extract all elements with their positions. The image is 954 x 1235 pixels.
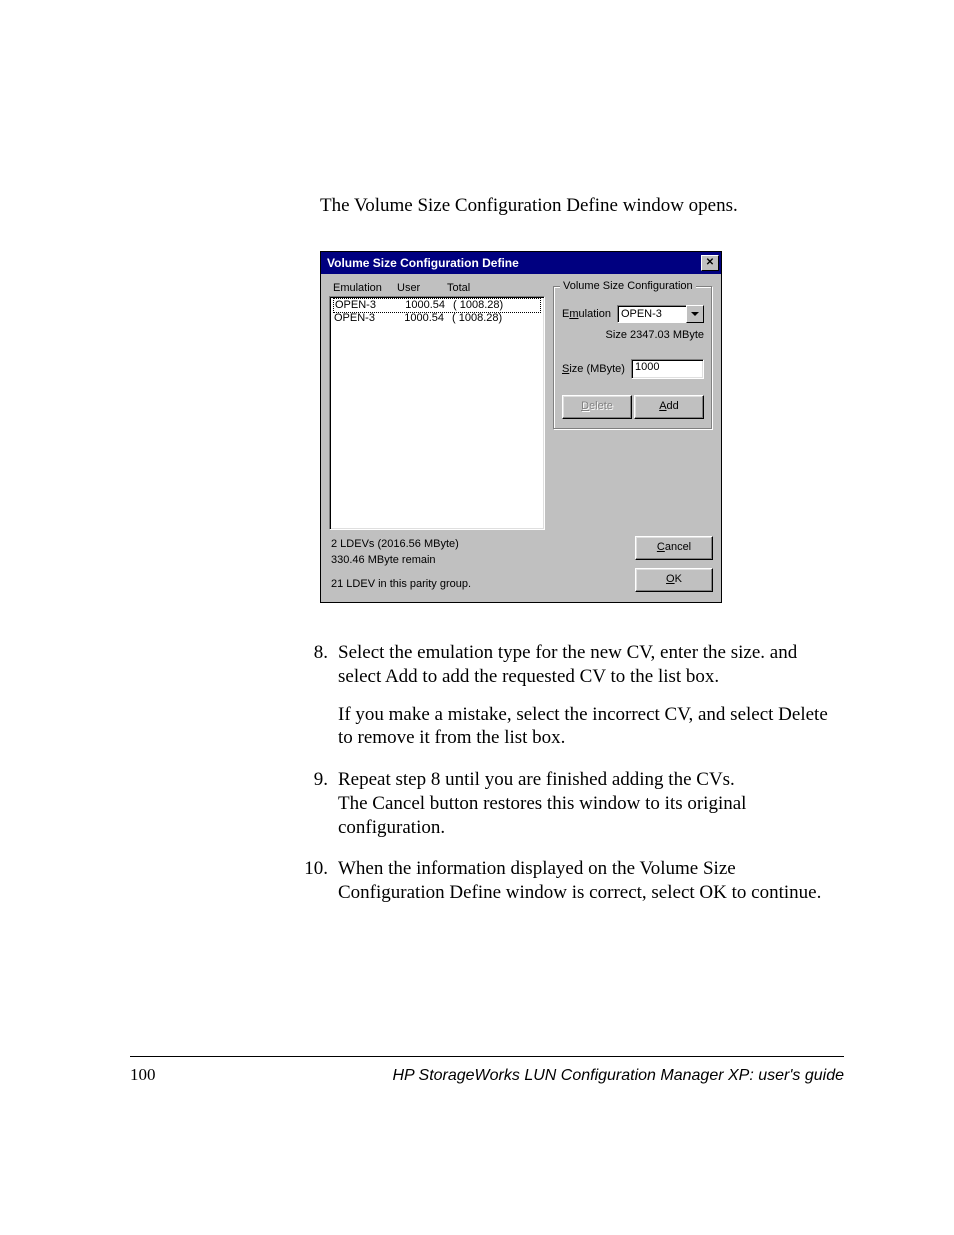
- list-item[interactable]: OPEN-3 1000.54 ( 1008.28): [334, 312, 540, 325]
- step-number: 10.: [300, 857, 338, 905]
- page-number: 100: [130, 1065, 156, 1085]
- instruction-list: 8. Select the emulation type for the new…: [300, 641, 844, 905]
- ok-button[interactable]: OK: [635, 568, 713, 592]
- groupbox-title: Volume Size Configuration: [560, 280, 696, 292]
- cell-user: 1000.54: [395, 299, 453, 312]
- volume-size-config-dialog: Volume Size Configuration Define ✕ Emula…: [320, 251, 722, 603]
- cancel-button[interactable]: Cancel: [635, 536, 713, 560]
- size-label: Size (MByte): [562, 363, 625, 375]
- size-info: Size 2347.03 MByte: [562, 329, 704, 341]
- step-number: 9.: [300, 768, 338, 839]
- size-input[interactable]: 1000: [631, 359, 704, 379]
- list-header: Emulation User Total: [329, 282, 545, 296]
- col-total: Total: [447, 282, 543, 294]
- col-emulation: Emulation: [333, 282, 397, 294]
- cell-total: ( 1008.28): [452, 312, 540, 325]
- chevron-down-icon[interactable]: [686, 305, 704, 323]
- emulation-label: Emulation: [562, 308, 611, 320]
- step-text: The Cancel button restores this window t…: [338, 792, 844, 840]
- volume-size-config-group: Volume Size Configuration Emulation OPEN…: [553, 286, 713, 430]
- col-user: User: [397, 282, 447, 294]
- ldev-listbox[interactable]: OPEN-3 1000.54 ( 1008.28) OPEN-3 1000.54…: [329, 296, 545, 530]
- status-remain: 330.46 MByte remain: [331, 552, 543, 568]
- close-icon[interactable]: ✕: [701, 255, 719, 271]
- status-ldevs: 2 LDEVs (2016.56 MByte): [331, 536, 543, 552]
- dialog-titlebar: Volume Size Configuration Define ✕: [321, 252, 721, 274]
- list-item[interactable]: OPEN-3 1000.54 ( 1008.28): [333, 298, 541, 313]
- status-block: 2 LDEVs (2016.56 MByte) 330.46 MByte rem…: [329, 530, 545, 594]
- step-number: 8.: [300, 641, 338, 750]
- emulation-combo[interactable]: OPEN-3: [617, 305, 704, 323]
- dialog-title: Volume Size Configuration Define: [327, 256, 519, 270]
- step-text: When the information displayed on the Vo…: [338, 857, 844, 905]
- cell-user: 1000.54: [394, 312, 452, 325]
- cell-emulation: OPEN-3: [335, 299, 395, 312]
- footer-rule: [130, 1056, 844, 1057]
- cell-total: ( 1008.28): [453, 299, 539, 312]
- emulation-value: OPEN-3: [617, 305, 686, 323]
- add-button[interactable]: Add: [634, 395, 704, 419]
- step-text: Repeat step 8 until you are finished add…: [338, 768, 844, 792]
- status-parity: 21 LDEV in this parity group.: [331, 576, 543, 592]
- footer-guide-title: HP StorageWorks LUN Configuration Manage…: [392, 1067, 844, 1085]
- intro-text: The Volume Size Configuration Define win…: [320, 195, 844, 217]
- step-text: If you make a mistake, select the incorr…: [338, 703, 844, 751]
- step-text: Select the emulation type for the new CV…: [338, 641, 844, 689]
- cell-emulation: OPEN-3: [334, 312, 394, 325]
- delete-button[interactable]: Delete: [562, 395, 632, 419]
